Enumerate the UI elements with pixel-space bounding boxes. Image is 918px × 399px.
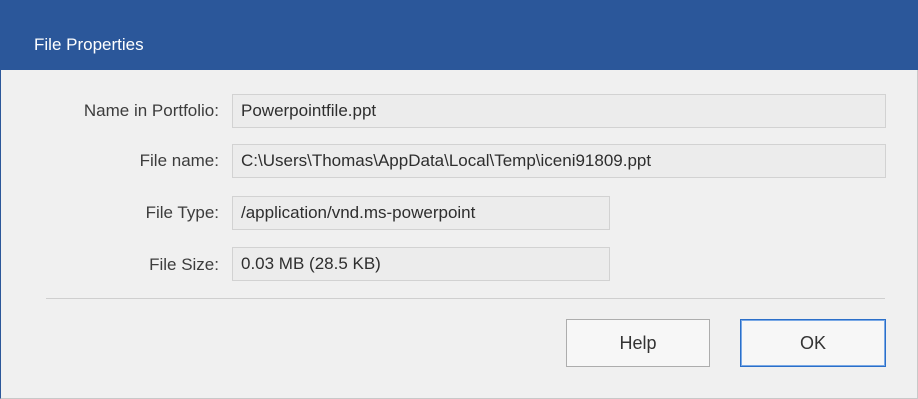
dialog-title: File Properties — [34, 35, 144, 54]
ok-button[interactable]: OK — [740, 319, 886, 367]
file-size-field[interactable]: 0.03 MB (28.5 KB) — [232, 247, 610, 281]
separator-line — [46, 298, 885, 299]
name-in-portfolio-field[interactable]: Powerpointfile.ppt — [232, 94, 886, 128]
file-properties-dialog: File Properties Name in Portfolio: Power… — [0, 0, 918, 399]
file-size-label: File Size: — [149, 255, 219, 274]
name-in-portfolio-label: Name in Portfolio: — [83, 101, 219, 120]
file-type-label: File Type: — [145, 203, 219, 222]
file-name-label: File name: — [139, 151, 219, 170]
title-bar[interactable]: File Properties — [1, 0, 918, 70]
file-type-field[interactable]: /application/vnd.ms-powerpoint — [232, 196, 610, 230]
help-button[interactable]: Help — [566, 319, 710, 367]
file-name-field[interactable]: C:\Users\Thomas\AppData\Local\Temp\iceni… — [232, 144, 886, 178]
